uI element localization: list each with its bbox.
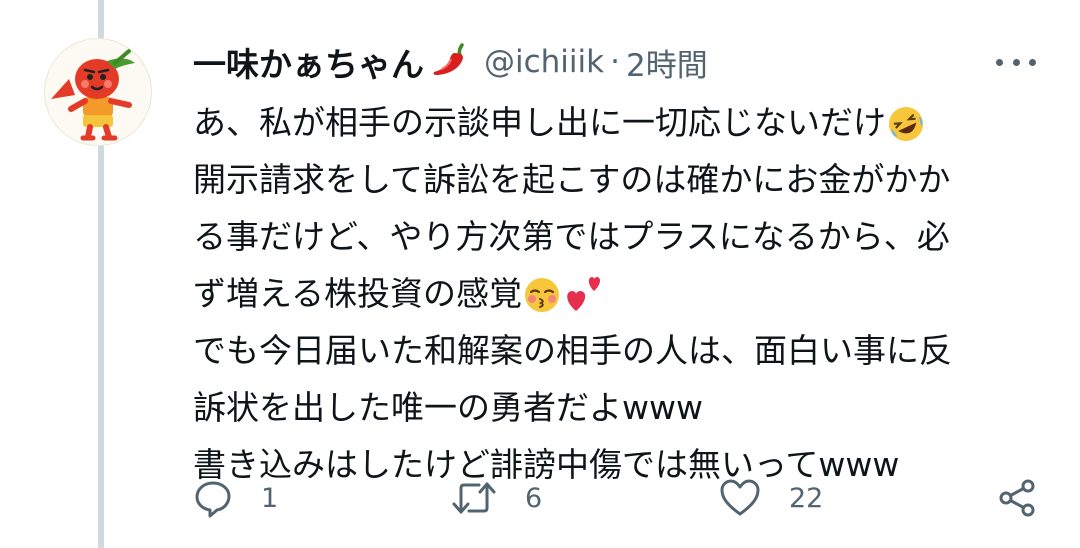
tweet-text-line: あ、私が相手の示談申し出に一切応じないだけ [193, 94, 1048, 151]
share-button[interactable] [997, 466, 1037, 530]
timestamp[interactable]: 2時間 [626, 40, 708, 85]
retweet-icon [452, 482, 496, 514]
tweet-text-line: 訴状を出した唯一の勇者だよwww [193, 388, 703, 427]
tweet-action-bar: 1 6 22 [193, 466, 1043, 530]
user-handle[interactable]: @ichiiik [484, 44, 604, 80]
chili-character-avatar-icon [51, 49, 135, 141]
hot-pepper-emoji-icon [428, 39, 470, 85]
more-dot-icon [1012, 58, 1020, 66]
tweet-text-line: でも今日届いた和解案の相手の人は、面白い事に反 [193, 331, 952, 370]
tweet-text-segment: ず増える株投資の感覚 [193, 274, 523, 313]
more-dot-icon [1029, 58, 1036, 66]
reply-icon [195, 481, 231, 518]
avatar[interactable] [44, 38, 152, 146]
retweet-count: 6 [525, 482, 543, 514]
more-dot-icon [996, 58, 1003, 66]
tweet-header: 一味かぁちゃん @ichiiik · 2時間 [193, 36, 708, 88]
meta-separator: · [610, 44, 620, 80]
kissing-face-emoji-icon [522, 267, 562, 324]
display-name[interactable]: 一味かぁちゃん [193, 38, 424, 86]
like-button[interactable]: 22 [719, 466, 823, 530]
reply-button[interactable]: 1 [193, 466, 278, 530]
retweet-button[interactable]: 6 [451, 466, 542, 530]
share-icon [999, 479, 1035, 517]
tweet-text-line: 開示請求をして訴訟を起こすのは確かにお金がかか [193, 160, 951, 199]
heart-icon [720, 479, 760, 516]
rolling-on-floor-laughing-emoji-icon [886, 96, 926, 153]
tweet-text-line: ず増える株投資の感覚 [193, 265, 1048, 322]
reply-count: 1 [261, 482, 279, 514]
two-hearts-emoji-icon [562, 267, 606, 324]
more-options-button[interactable] [996, 52, 1036, 72]
tweet-text-segment: あ、私が相手の示談申し出に一切応じないだけ [193, 103, 886, 142]
like-count: 22 [789, 482, 824, 514]
tweet-text: あ、私が相手の示談申し出に一切応じないだけ 開示請求をして訴訟を起こすのは確かに… [193, 94, 1048, 493]
tweet-text-line: る事だけど、やり方次第ではプラスになるから、必 [193, 217, 950, 256]
